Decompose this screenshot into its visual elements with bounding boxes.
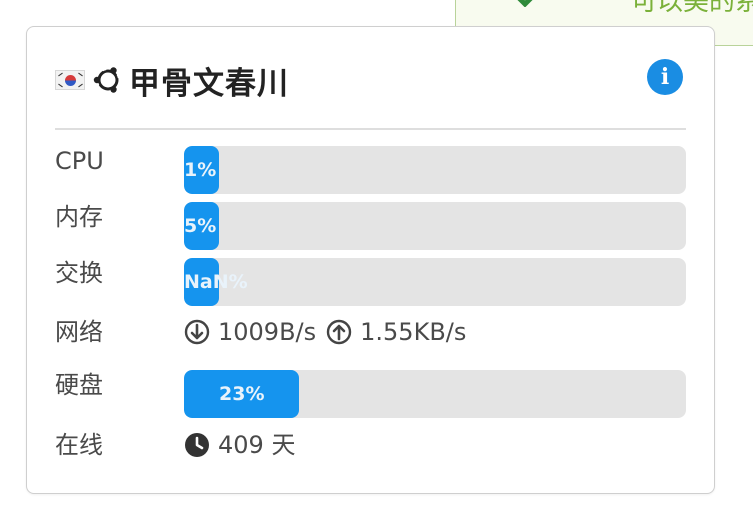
disk-row: 硬盘 23% xyxy=(55,370,686,420)
server-name: 甲骨文春川 xyxy=(129,65,289,102)
toast-text: 可以美的系 xyxy=(631,0,753,17)
upload-arrow-icon xyxy=(326,319,352,345)
swap-row: 交换 NaN% xyxy=(55,258,686,308)
network-label: 网络 xyxy=(55,318,103,346)
network-row: 网络 1009B/s 1.55KB/s xyxy=(55,317,686,367)
uptime-row: 在线 409 天 xyxy=(55,430,686,480)
download-speed: 1009B/s xyxy=(218,318,317,346)
info-icon[interactable]: i xyxy=(647,59,683,95)
memory-label: 内存 xyxy=(55,203,103,231)
uptime-value-group: 409 天 xyxy=(184,430,295,460)
cpu-progress: 1% xyxy=(184,146,686,194)
swap-label: 交换 xyxy=(55,259,103,287)
network-speeds: 1009B/s 1.55KB/s xyxy=(184,317,466,347)
cpu-label: CPU xyxy=(55,147,104,175)
uptime-value: 409 天 xyxy=(218,431,296,459)
chevron-down-icon xyxy=(517,0,533,7)
cpu-row: CPU 1% xyxy=(55,146,686,196)
disk-label: 硬盘 xyxy=(55,371,103,399)
disk-percent: 23% xyxy=(219,383,265,405)
header-divider xyxy=(55,128,686,130)
memory-row: 内存 5% xyxy=(55,202,686,252)
south-korea-flag-icon xyxy=(55,70,85,90)
memory-percent: 5% xyxy=(184,215,217,237)
cpu-percent: 1% xyxy=(184,159,217,181)
swap-progress: NaN% xyxy=(184,258,686,306)
uptime-label: 在线 xyxy=(55,431,103,459)
server-card: 甲骨文春川 i CPU 1% 内存 5% 交换 NaN% 网络 1009B/s … xyxy=(26,26,715,494)
upload-speed: 1.55KB/s xyxy=(360,318,467,346)
download-arrow-icon xyxy=(184,319,210,345)
disk-progress: 23% xyxy=(184,370,686,418)
server-header: 甲骨文春川 xyxy=(55,57,289,103)
swap-percent: NaN% xyxy=(184,271,248,293)
ubuntu-icon xyxy=(93,66,122,94)
clock-icon xyxy=(185,433,209,457)
memory-progress: 5% xyxy=(184,202,686,250)
